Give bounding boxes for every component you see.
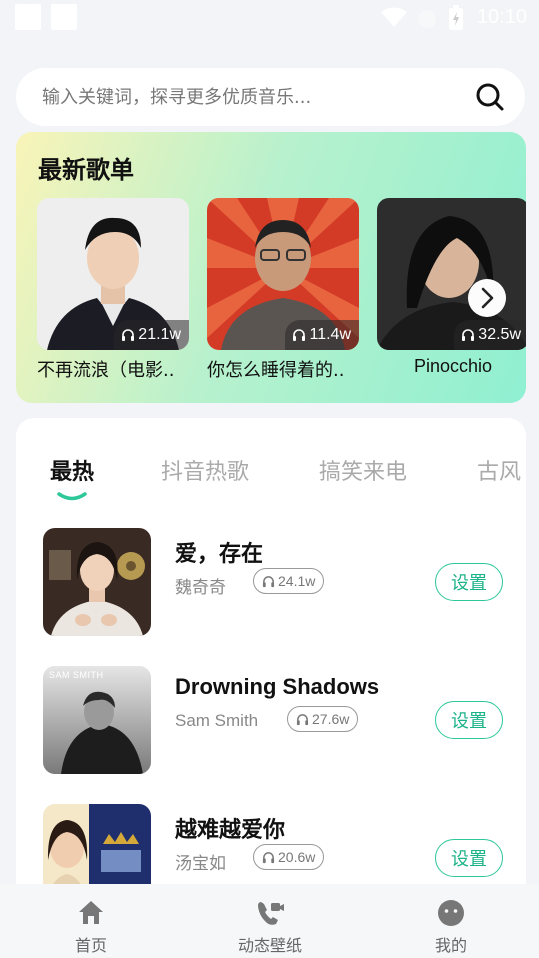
play-count-badge: 11.4w [285,320,359,350]
tab-ancient-style[interactable]: 古风 [477,454,521,486]
video-call-icon [258,902,284,925]
play-count-pill: 27.6w [287,706,359,732]
album-cover-text: SAM SMITH [49,670,104,680]
smiley-icon [438,900,464,926]
song-title: 越难越爱你 [175,818,286,843]
tab-hottest[interactable]: 最热 [50,454,94,486]
song-title: Drowning Shadows [175,674,380,699]
search-bar[interactable] [16,68,525,126]
song-cover [43,528,151,636]
song-artist: 魏奇奇 [175,578,226,598]
wifi-icon [381,7,407,27]
playlist-name: 不再流浪（电影.. [37,360,175,381]
status-bar: 10:10 [0,0,539,36]
play-count-badge: 32.5w [454,320,526,350]
song-artist: Sam Smith [175,711,259,730]
headphones-icon [262,575,275,587]
headphones-icon [293,329,306,341]
notification-icon [51,4,77,30]
tab-douyin-hits[interactable]: 抖音热歌 [161,454,249,486]
set-ringtone-button[interactable]: 设置 [435,839,503,877]
latest-playlists-card: 最新歌单 21.1w 不再流浪（电影.. 11.4w 你怎么睡得着的.. 32.… [16,132,526,403]
search-input[interactable] [42,84,442,110]
playlist-item[interactable]: 32.5w Pinocchio [377,198,526,377]
headphones-icon [122,329,135,341]
nav-home[interactable]: 首页 [31,884,151,958]
battery-icon [449,5,463,30]
play-count-pill: 20.6w [253,844,325,870]
set-ringtone-button[interactable]: 设置 [435,701,503,739]
chevron-right-icon[interactable] [468,279,506,317]
playlist-item[interactable]: 21.1w 不再流浪（电影.. [37,198,189,382]
playlist-cover: 11.4w [207,198,359,350]
song-row[interactable]: 爱，存在 魏奇奇 24.1w 设置 [43,528,513,636]
signal-icon [418,10,436,28]
play-count-pill: 24.1w [253,568,325,594]
play-count-badge: 21.1w [114,320,189,350]
playlist-name: Pinocchio [413,356,493,376]
tab-funny-ringtones[interactable]: 搞笑来电 [319,454,407,486]
set-ringtone-button[interactable]: 设置 [435,563,503,601]
section-title: 最新歌单 [38,156,134,184]
headphones-icon [262,851,275,863]
notification-icon [15,4,41,30]
status-time: 10:10 [476,6,527,28]
nav-mine[interactable]: 我的 [391,884,511,958]
playlist-name: 你怎么睡得着的.. [207,360,345,381]
nav-live-wallpaper[interactable]: 动态壁纸 [210,884,330,958]
songs-panel: 最热 抖音热歌 搞笑来电 古风 爱，存在 魏奇奇 24.1w 设置 SAM SM… [16,418,526,958]
song-artist: 汤宝如 [175,854,226,874]
headphones-icon [462,329,475,341]
playlist-cover: 32.5w [377,198,526,350]
song-row[interactable]: SAM SMITH Drowning Shadows Sam Smith 27.… [43,666,513,774]
home-icon [79,901,103,924]
bottom-nav: 首页 动态壁纸 我的 [0,884,539,958]
active-tab-indicator [57,492,87,501]
playlist-cover: 21.1w [37,198,189,350]
headphones-icon [296,713,309,725]
search-icon[interactable] [475,82,505,112]
song-title: 爱，存在 [175,542,264,567]
song-cover: SAM SMITH [43,666,151,774]
playlist-item[interactable]: 11.4w 你怎么睡得着的.. [207,198,359,382]
